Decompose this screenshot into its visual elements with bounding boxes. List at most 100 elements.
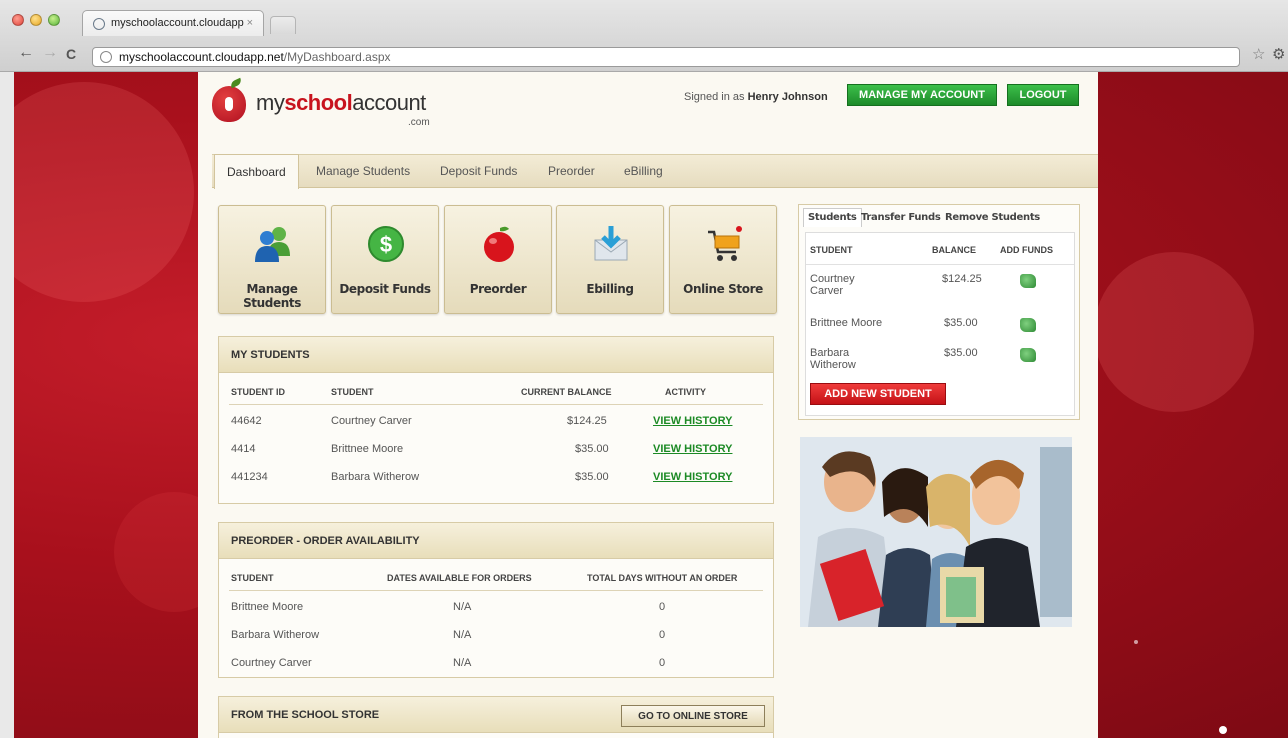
tile-label: Ebilling: [586, 282, 634, 296]
background-glow: [14, 82, 194, 302]
days-without-order: 0: [659, 629, 666, 641]
my-students-panel: MY STUDENTS STUDENT ID STUDENT CURRENT B…: [218, 336, 774, 504]
dates-available: N/A: [453, 657, 472, 669]
student-name: Brittnee Moore: [331, 443, 404, 455]
browser-tab[interactable]: myschoolaccount.cloudapp ×: [82, 10, 264, 36]
add-funds-money-icon[interactable]: [1020, 318, 1036, 332]
users-icon: [255, 227, 290, 262]
column-header: TOTAL DAYS WITHOUT AN ORDER: [587, 573, 738, 583]
logo-text: myschoolaccount: [256, 90, 426, 115]
envelope-download-icon: [594, 226, 628, 261]
student-balance: $35.00: [575, 471, 609, 483]
tab-transfer-funds[interactable]: Transfer Funds: [861, 212, 941, 223]
address-bar[interactable]: myschoolaccount.cloudapp.net/MyDashboard…: [92, 47, 1240, 67]
bookmark-star-icon[interactable]: ☆: [1252, 45, 1265, 63]
column-header: STUDENT: [810, 245, 853, 255]
manage-account-button[interactable]: MANAGE MY ACCOUNT: [847, 84, 997, 106]
apple-icon: [484, 226, 514, 262]
svg-text:$: $: [380, 232, 392, 257]
column-header: ADD FUNDS: [1000, 245, 1053, 255]
tab-dashboard[interactable]: Dashboard: [214, 154, 299, 189]
column-header: STUDENT: [331, 387, 374, 397]
column-header: STUDENT ID: [231, 387, 285, 397]
close-window-button[interactable]: [12, 14, 24, 26]
student-balance: $35.00: [944, 317, 978, 329]
student-id: 44642: [231, 415, 262, 427]
add-new-student-button[interactable]: ADD NEW STUDENT: [810, 383, 946, 405]
student-balance: $35.00: [575, 443, 609, 455]
column-header: STUDENT: [231, 573, 274, 583]
column-header: BALANCE: [932, 245, 976, 255]
logo-domain: .com: [408, 117, 430, 128]
tile-deposit-funds[interactable]: $ Deposit Funds: [331, 205, 439, 314]
tab-title: myschoolaccount.cloudapp: [111, 17, 244, 29]
add-funds-money-icon[interactable]: [1020, 274, 1036, 288]
site-logo[interactable]: myschoolaccount .com: [212, 77, 442, 142]
view-history-link[interactable]: VIEW HISTORY: [653, 415, 732, 427]
tile-label: Preorder: [469, 282, 527, 296]
student-id: 441234: [231, 471, 268, 483]
days-without-order: 0: [659, 657, 666, 669]
browser-chrome: myschoolaccount.cloudapp × ← → C myschoo…: [0, 0, 1288, 72]
tab-preorder[interactable]: Preorder: [548, 164, 595, 178]
column-header: DATES AVAILABLE FOR ORDERS: [387, 573, 532, 583]
student-balance: $35.00: [944, 347, 978, 359]
page-info-icon: [100, 51, 112, 63]
view-history-link[interactable]: VIEW HISTORY: [653, 471, 732, 483]
view-history-link[interactable]: VIEW HISTORY: [653, 443, 732, 455]
new-tab-button[interactable]: [270, 16, 296, 34]
students-widget-body: STUDENT BALANCE ADD FUNDS Courtney Carve…: [805, 232, 1075, 416]
divider: [229, 590, 763, 591]
tab-manage-students[interactable]: Manage Students: [316, 164, 410, 178]
forward-arrow-icon[interactable]: →: [42, 44, 58, 62]
user-name: Henry Johnson: [747, 91, 828, 103]
signed-in-status: Signed in as Henry Johnson: [684, 91, 828, 103]
back-arrow-icon[interactable]: ←: [18, 44, 34, 62]
tile-label: Online Store: [683, 282, 763, 296]
tab-deposit-funds[interactable]: Deposit Funds: [440, 164, 517, 178]
url-domain: myschoolaccount.cloudapp.net: [119, 50, 284, 64]
student-name: Barbara Witherow: [810, 347, 856, 371]
student-name: Brittnee Moore: [810, 317, 883, 329]
student-name: Barbara Witherow: [331, 471, 420, 483]
add-funds-money-icon[interactable]: [1020, 348, 1036, 362]
student-name: Courtney Carver: [810, 273, 855, 297]
tab-close-icon[interactable]: ×: [247, 17, 253, 29]
tab-ebilling[interactable]: eBilling: [624, 164, 663, 178]
wrench-icon[interactable]: ⚙: [1272, 45, 1285, 63]
tile-manage-students[interactable]: Manage Students: [218, 205, 326, 314]
zoom-window-button[interactable]: [48, 14, 60, 26]
student-name: Barbara Witherow: [231, 629, 320, 641]
apple-logo-icon: [212, 77, 246, 122]
background-dot: [1134, 640, 1138, 644]
dates-available: N/A: [453, 601, 472, 613]
logout-button[interactable]: LOGOUT: [1007, 84, 1079, 106]
column-header: ACTIVITY: [665, 387, 707, 397]
students-photo-image: [800, 437, 1072, 627]
tab-remove-students[interactable]: Remove Students: [945, 212, 1040, 223]
tile-ebilling[interactable]: Ebilling: [556, 205, 664, 314]
dates-available: N/A: [453, 629, 472, 641]
go-to-online-store-button[interactable]: GO TO ONLINE STORE: [621, 705, 765, 727]
background-dot: [1219, 726, 1227, 734]
preorder-panel: PREORDER - ORDER AVAILABILITY STUDENT DA…: [218, 522, 774, 678]
tile-preorder[interactable]: Preorder: [444, 205, 552, 314]
days-without-order: 0: [659, 601, 666, 613]
student-name: Courtney Carver: [231, 657, 312, 669]
tile-online-store[interactable]: Online Store: [669, 205, 777, 314]
school-store-panel: FROM THE SCHOOL STORE GO TO ONLINE STORE: [218, 696, 774, 738]
divider: [806, 264, 1074, 265]
dollar-icon: $: [368, 226, 404, 262]
main-nav: Dashboard Manage Students Deposit Funds …: [212, 154, 1098, 189]
url-path: /MyDashboard.aspx: [283, 50, 391, 64]
site-page: myschoolaccount .com Signed in as Henry …: [198, 72, 1098, 738]
tab-students[interactable]: Students: [803, 208, 862, 227]
tile-label: Manage Students: [243, 282, 301, 310]
shopping-cart-icon: [708, 226, 742, 261]
divider: [229, 404, 763, 405]
student-balance: $124.25: [942, 273, 982, 285]
reload-icon[interactable]: C: [66, 46, 76, 62]
minimize-window-button[interactable]: [30, 14, 42, 26]
panel-title: MY STUDENTS: [219, 337, 773, 373]
student-name: Brittnee Moore: [231, 601, 304, 613]
